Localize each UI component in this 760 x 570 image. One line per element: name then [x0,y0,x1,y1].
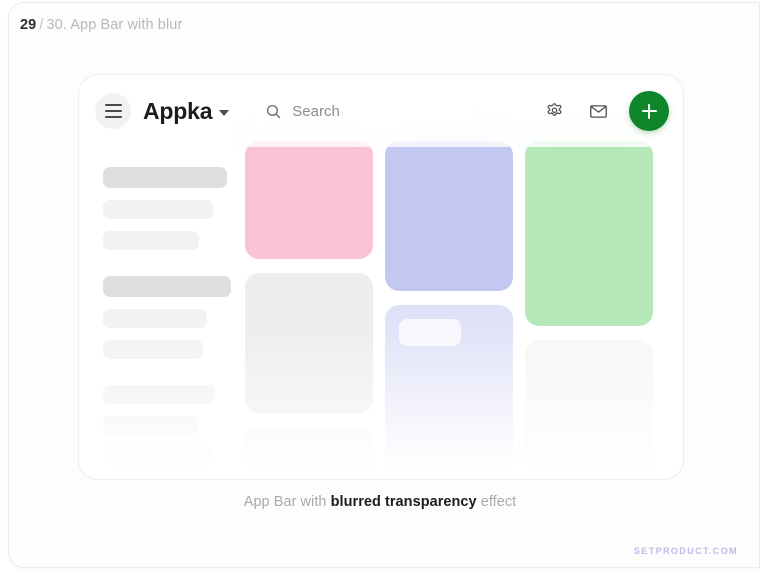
breadcrumb-separator: / [39,17,43,33]
breadcrumb-rest: 30. App Bar with blur [46,17,182,33]
skeleton-bar [103,200,213,219]
skeleton-bar [103,385,215,404]
skeleton-bar [103,276,231,297]
app-frame: Appka Search [78,74,684,480]
caption-prefix: App Bar with [244,494,331,510]
content-card-chip [399,319,461,346]
chevron-down-icon [219,110,229,116]
breadcrumb-current: 29 [20,17,36,33]
mail-icon[interactable] [583,96,613,126]
content-card[interactable] [525,141,653,326]
watermark: SETPRODUCT.COM [634,546,738,556]
content-card[interactable] [385,305,513,479]
skeleton-bar [103,231,199,250]
add-button[interactable] [629,91,669,131]
hamburger-line [105,110,122,112]
skeleton-bar [103,447,213,466]
search-placeholder: Search [292,104,340,119]
breadcrumb: 29/30. App Bar with blur [20,17,182,33]
search-icon [265,103,282,120]
caption-suffix: effect [477,494,517,510]
content-card[interactable] [525,340,653,479]
brand-dropdown[interactable]: Appka [143,100,229,123]
brand-title: Appka [143,100,212,123]
gear-icon[interactable] [539,96,569,126]
hamburger-icon[interactable] [95,93,131,129]
content-card[interactable] [245,141,373,259]
skeleton-bar [103,340,203,359]
app-bar: Appka Search [79,75,683,147]
skeleton-bar [103,416,199,435]
hamburger-line [105,116,122,118]
hamburger-line [105,104,122,106]
caption-emphasis: blurred transparency [331,494,477,510]
skeleton-bar [103,309,207,328]
caption: App Bar with blurred transparency effect [0,494,760,510]
content-card[interactable] [385,141,513,291]
skeleton-bar [103,167,227,188]
search-input[interactable]: Search [251,92,471,131]
content-card[interactable] [245,427,373,479]
content-card[interactable] [245,273,373,413]
page-root: 29/30. App Bar with blur [0,0,760,570]
